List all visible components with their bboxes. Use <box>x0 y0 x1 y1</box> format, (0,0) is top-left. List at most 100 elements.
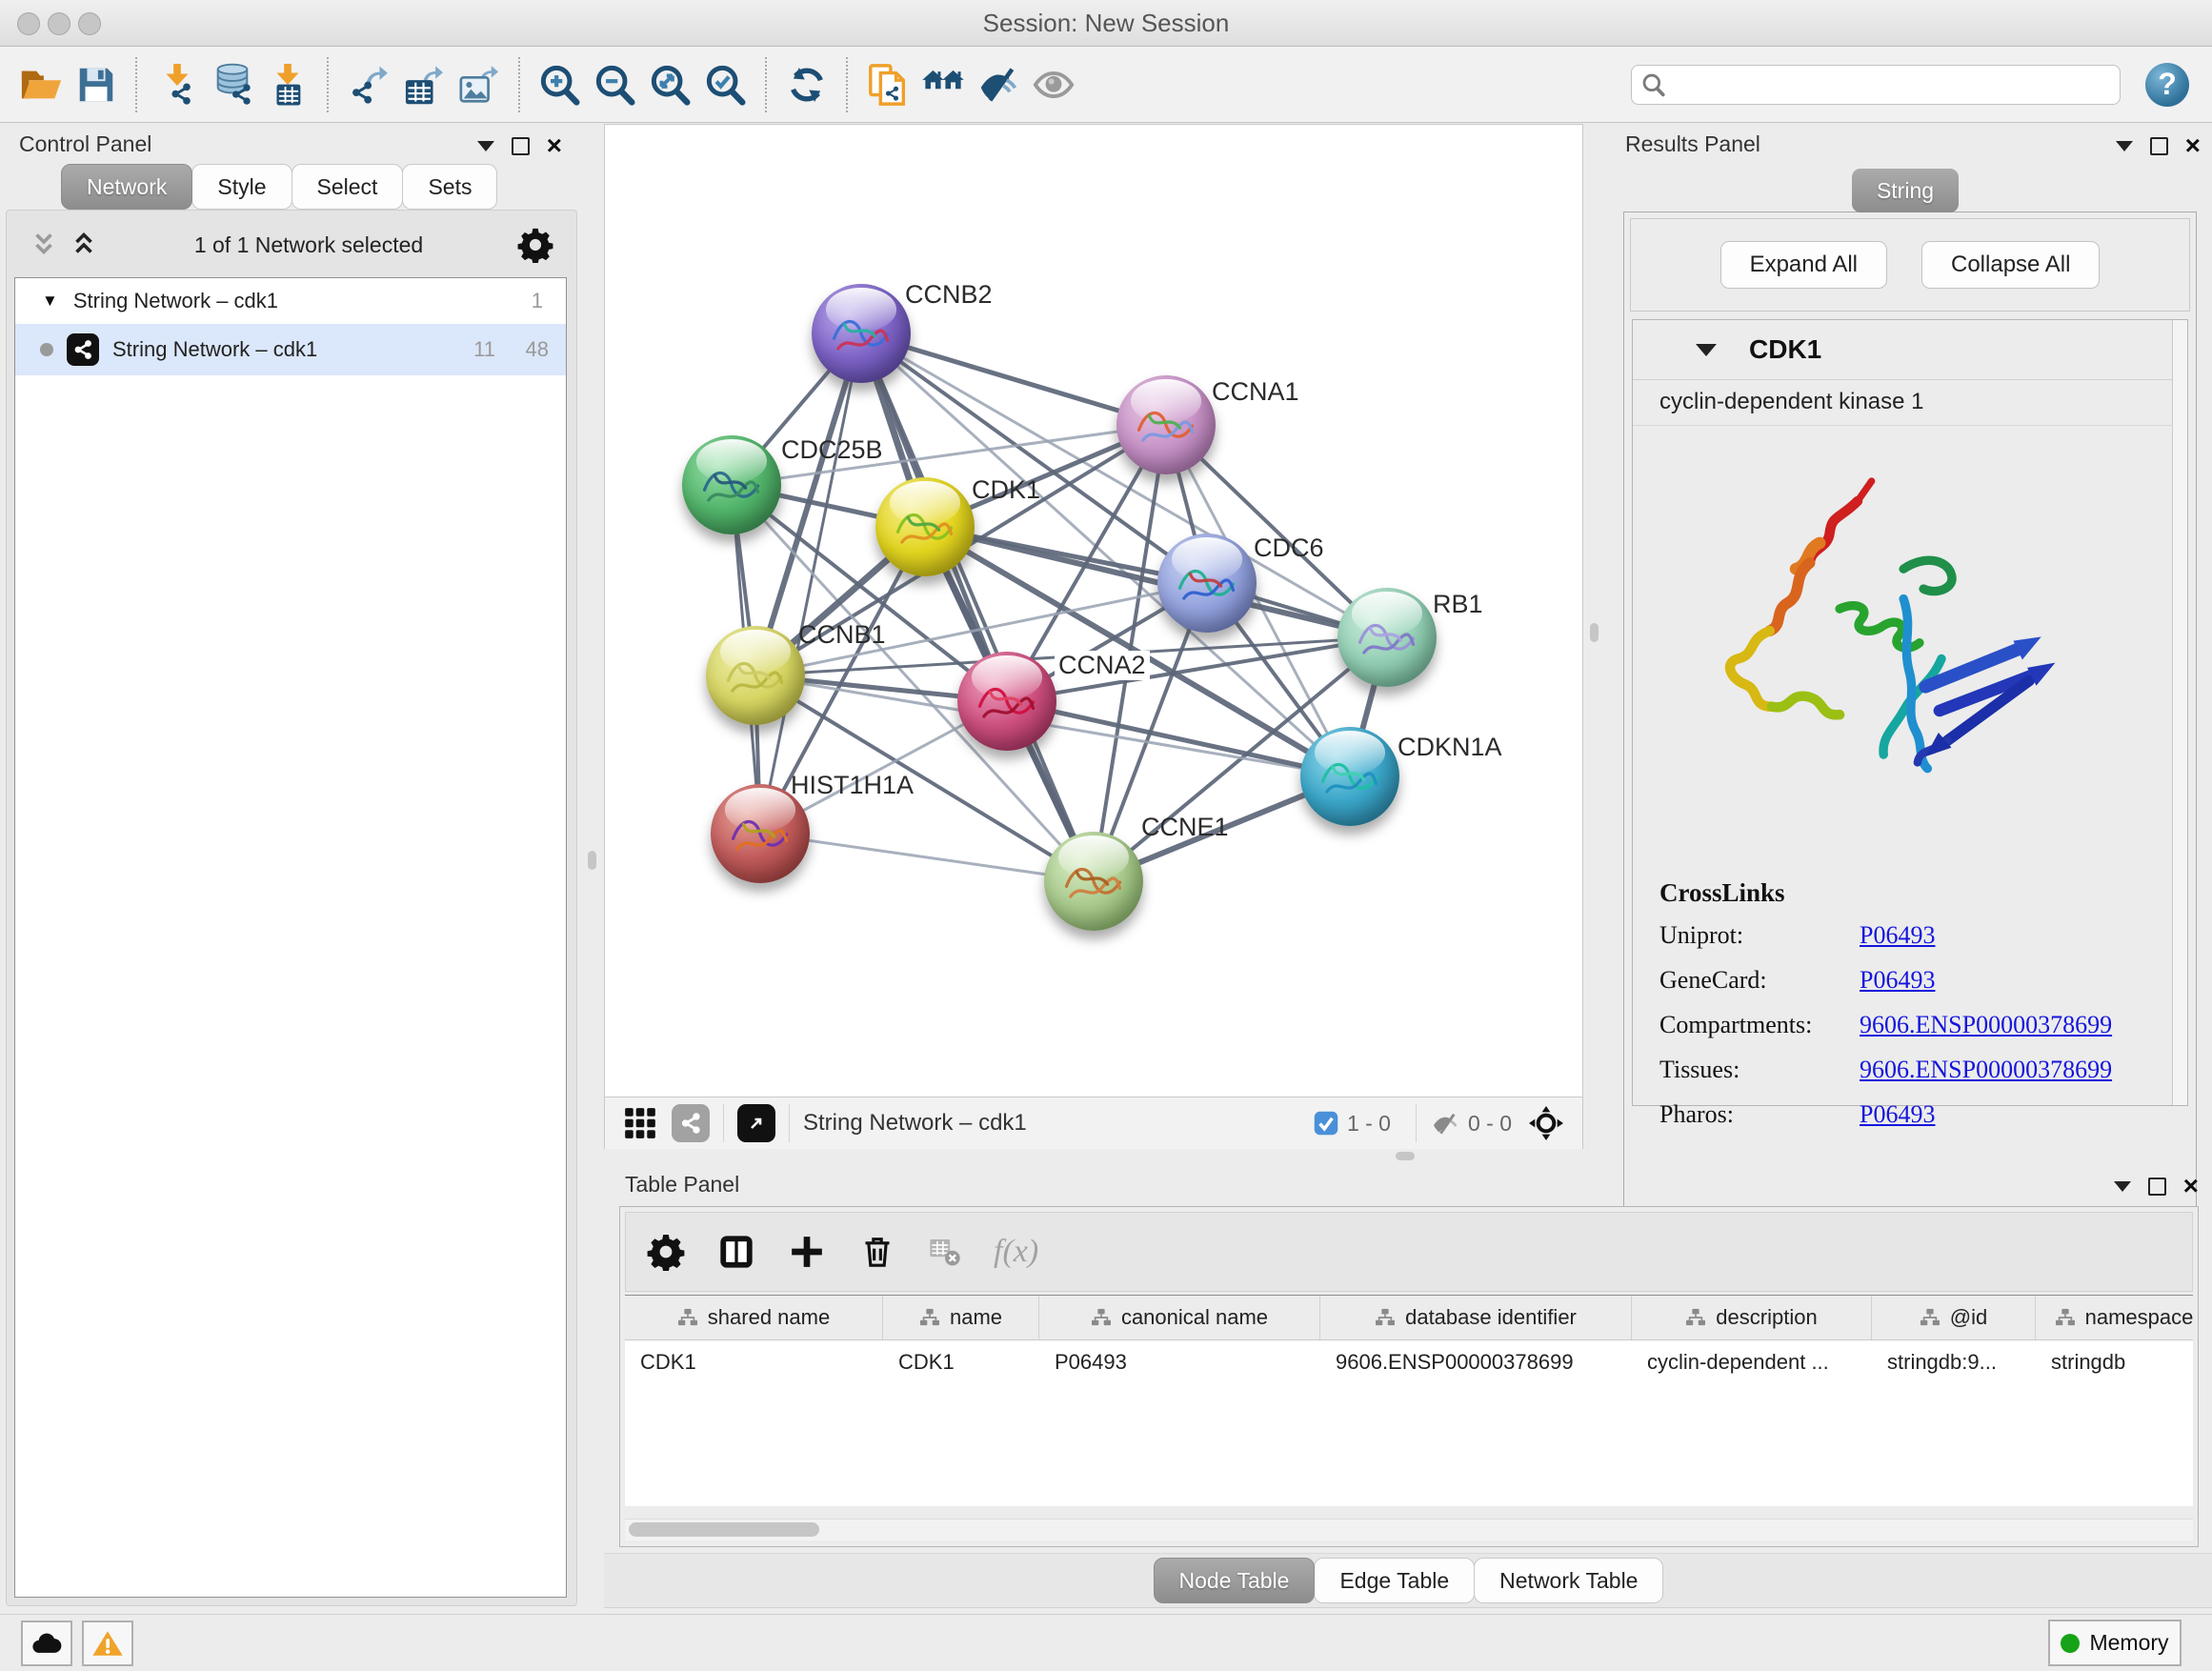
export-table-button[interactable] <box>396 56 452 113</box>
warnings-button[interactable] <box>82 1621 133 1666</box>
network-node-ccnb1[interactable] <box>706 626 805 725</box>
show-all-button[interactable] <box>1026 56 1081 113</box>
refresh-view-button[interactable] <box>779 56 835 113</box>
zoom-in-button[interactable] <box>533 56 588 113</box>
tab-string[interactable]: String <box>1852 169 1959 212</box>
column-header-canonicalname[interactable]: canonical name <box>1039 1296 1320 1339</box>
network-view-badge-icon[interactable] <box>672 1104 710 1142</box>
export-image-button[interactable] <box>452 56 507 113</box>
table-cell[interactable]: CDK1 <box>625 1340 883 1384</box>
table-cell[interactable]: stringdb:9... <box>1872 1340 2036 1384</box>
network-node-ccnb2[interactable] <box>812 284 911 383</box>
splitter-handle[interactable] <box>1396 1152 1415 1160</box>
table-cell[interactable]: CDK1 <box>883 1340 1039 1384</box>
open-session-button[interactable] <box>13 56 69 113</box>
column-header-sharedname[interactable]: shared name <box>625 1296 883 1339</box>
tab-select[interactable]: Select <box>292 164 404 210</box>
table-hscrollbar-thumb[interactable] <box>629 1522 819 1537</box>
help-button[interactable]: ? <box>2145 63 2189 107</box>
tab-edge-table[interactable]: Edge Table <box>1314 1558 1475 1603</box>
import-table-file-button[interactable] <box>260 56 315 113</box>
table-options-gear-icon[interactable] <box>647 1233 685 1271</box>
expand-all-networks-icon[interactable] <box>68 231 100 259</box>
splitter-handle[interactable] <box>1590 623 1599 642</box>
panel-close-icon[interactable]: × <box>547 136 562 155</box>
crosslink-link[interactable]: 9606.ENSP00000378699 <box>1860 1011 2112 1039</box>
column-header-description[interactable]: description <box>1632 1296 1872 1339</box>
search-input[interactable] <box>1674 71 2110 98</box>
import-network-file-button[interactable] <box>150 56 205 113</box>
results-scrollbar[interactable] <box>2172 320 2187 1105</box>
panel-float-icon[interactable] <box>512 137 530 155</box>
tab-sets[interactable]: Sets <box>402 164 497 210</box>
panel-close-icon[interactable]: × <box>2183 1177 2199 1196</box>
fit-content-button[interactable] <box>643 56 698 113</box>
crosslink-link[interactable]: 9606.ENSP00000378699 <box>1860 1056 2112 1084</box>
network-node-ccna2[interactable] <box>957 652 1056 751</box>
network-node-cdc6[interactable] <box>1157 534 1257 633</box>
table-cell[interactable]: 9606.ENSP00000378699 <box>1320 1340 1632 1384</box>
crosslink-link[interactable]: P06493 <box>1860 966 1935 995</box>
selected-checkbox-icon[interactable] <box>1313 1110 1339 1137</box>
column-header-databaseidentifier[interactable]: database identifier <box>1320 1296 1632 1339</box>
network-node-cdkn1a[interactable] <box>1300 727 1399 826</box>
column-header-name[interactable]: name <box>883 1296 1039 1339</box>
table-hscrollbar[interactable] <box>625 1519 2193 1540</box>
network-canvas[interactable]: CCNB2CCNA1CDC25BCDK1CDC6RB1CCNB1CCNA2CDK… <box>605 125 1582 1097</box>
import-network-database-button[interactable] <box>205 56 260 113</box>
warning-icon <box>91 1629 124 1658</box>
table-cell[interactable]: cyclin-dependent ... <box>1632 1340 1872 1384</box>
export-network-button[interactable] <box>341 56 396 113</box>
expand-all-button[interactable]: Expand All <box>1720 241 1887 289</box>
panel-float-icon[interactable] <box>2150 137 2168 155</box>
table-cell[interactable]: stringdb <box>2036 1340 2193 1384</box>
panel-close-icon[interactable]: × <box>2185 136 2201 155</box>
node-label-ccnb2: CCNB2 <box>905 280 993 310</box>
panel-menu-icon[interactable] <box>2114 1181 2131 1192</box>
tab-node-table[interactable]: Node Table <box>1154 1558 1316 1603</box>
create-column-plus-icon[interactable] <box>788 1233 826 1271</box>
zoom-out-button[interactable] <box>588 56 643 113</box>
network-row[interactable]: String Network – cdk1 11 48 <box>15 324 566 375</box>
tab-network-table[interactable]: Network Table <box>1474 1558 1663 1603</box>
panel-menu-icon[interactable] <box>477 141 494 151</box>
panel-menu-icon[interactable] <box>2116 141 2133 151</box>
hide-selected-button[interactable] <box>971 56 1026 113</box>
detach-view-icon[interactable] <box>737 1104 775 1142</box>
collection-expander-icon[interactable]: ▼ <box>42 292 58 311</box>
memory-button[interactable]: Memory <box>2048 1620 2182 1666</box>
tab-style[interactable]: Style <box>191 164 292 210</box>
save-session-button[interactable] <box>69 56 124 113</box>
table-row[interactable]: CDK1CDK1P064939606.ENSP00000378699cyclin… <box>625 1340 2193 1384</box>
network-collection-row[interactable]: ▼ String Network – cdk1 1 <box>15 278 566 324</box>
export-network-icon <box>347 63 391 107</box>
first-neighbors-button[interactable] <box>915 56 971 113</box>
cloud-status-button[interactable] <box>21 1621 72 1666</box>
network-node-ccne1[interactable] <box>1044 832 1143 931</box>
table-cell[interactable]: P06493 <box>1039 1340 1320 1384</box>
column-header-id[interactable]: @id <box>1872 1296 2036 1339</box>
grid-view-icon[interactable] <box>622 1105 658 1141</box>
network-node-rb1[interactable] <box>1337 588 1437 687</box>
hidden-eye-icon[interactable] <box>1430 1108 1460 1138</box>
crosslink-link[interactable]: P06493 <box>1860 921 1935 950</box>
collapse-section-icon[interactable] <box>1696 344 1717 356</box>
network-edge[interactable] <box>760 333 861 834</box>
search-field[interactable] <box>1631 65 2121 105</box>
splitter-handle[interactable] <box>588 851 596 870</box>
delete-column-trash-icon[interactable] <box>858 1233 896 1271</box>
tab-network[interactable]: Network <box>61 164 192 210</box>
crosslink-link[interactable]: P06493 <box>1860 1100 1935 1129</box>
zoom-selected-button[interactable] <box>698 56 754 113</box>
birdseye-icon[interactable] <box>1527 1104 1565 1142</box>
network-node-cdk1[interactable] <box>875 477 975 576</box>
network-node-ccna1[interactable] <box>1116 375 1216 474</box>
collapse-all-button[interactable]: Collapse All <box>1921 241 2100 289</box>
copy-style-button[interactable] <box>860 56 915 113</box>
column-header-namespace[interactable]: namespace <box>2036 1296 2193 1339</box>
network-options-gear-icon[interactable] <box>517 227 553 263</box>
show-columns-icon[interactable] <box>717 1233 755 1271</box>
panel-float-icon[interactable] <box>2148 1178 2166 1196</box>
network-node-cdc25b[interactable] <box>682 435 781 534</box>
collapse-all-networks-icon[interactable] <box>28 231 60 259</box>
